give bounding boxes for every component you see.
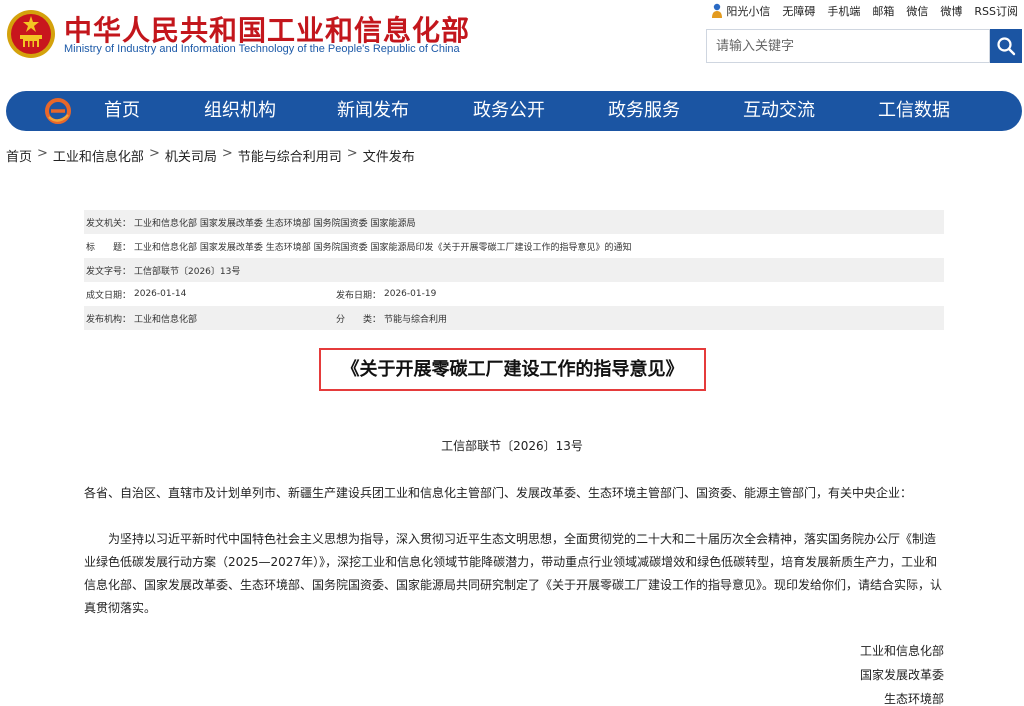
top-link-rss[interactable]: RSS订阅 [974, 3, 1018, 19]
signer: 国家发展改革委 [859, 668, 944, 682]
meta-row-dates: 成文日期： 2026-01-14 发布日期： 2026-01-19 [84, 282, 944, 306]
nav-item-data[interactable]: 工信数据 [878, 91, 950, 131]
meta-value: 工信部联节〔2026〕13号 [134, 266, 241, 277]
top-link-label: 阳光小信 [726, 5, 771, 18]
document-title: 《关于开展零碳工厂建设工作的指导意见》 [341, 359, 684, 380]
person-icon [712, 3, 723, 18]
breadcrumb-documents[interactable]: 文件发布 [363, 146, 415, 165]
nav-item-home[interactable]: 首页 [104, 91, 140, 131]
search-box [706, 29, 990, 63]
breadcrumb-departments[interactable]: 机关司局 [165, 146, 217, 165]
meta-label: 标 题： [86, 242, 132, 253]
search-input[interactable] [707, 30, 989, 62]
breadcrumb-ministry[interactable]: 工业和信息化部 [53, 146, 144, 165]
signer: 工业和信息化部 [859, 644, 944, 658]
breadcrumb-separator: > [346, 146, 358, 161]
search-button[interactable] [990, 29, 1022, 63]
breadcrumb-separator: > [148, 146, 160, 161]
top-links: 阳光小信 无障碍 手机端 邮箱 微信 微博 RSS订阅 [711, 2, 1018, 20]
meta-row-doc-number: 发文字号： 工信部联节〔2026〕13号 [84, 258, 944, 282]
breadcrumb-home[interactable]: 首页 [6, 146, 32, 165]
top-link-accessibility[interactable]: 无障碍 [782, 3, 815, 19]
search-icon [997, 37, 1016, 56]
meta-value: 节能与综合利用 [384, 314, 448, 325]
top-link-weibo[interactable]: 微博 [940, 3, 962, 19]
meta-label: 分 类： [336, 314, 382, 325]
meta-row-issuer: 发文机关： 工业和信息化部 国家发展改革委 生态环境部 国务院国资委 国家能源局 [84, 210, 944, 234]
nav-item-gov-services[interactable]: 政务服务 [608, 91, 680, 131]
site-header: 中华人民共和国工业和信息化部 Ministry of Industry and … [0, 0, 1024, 90]
meta-label: 成文日期： [86, 290, 132, 301]
meta-label: 发布日期： [336, 290, 382, 301]
meta-value: 2026-01-14 [134, 289, 187, 299]
document-paragraph: 为坚持以习近平新时代中国特色社会主义思想为指导，深入贯彻习近平生态文明思想，全面… [84, 532, 943, 615]
document-title-highlight: 《关于开展零碳工厂建设工作的指导意见》 [319, 348, 706, 391]
top-link-email[interactable]: 邮箱 [872, 3, 894, 19]
document-signers: 工业和信息化部 国家发展改革委 生态环境部 [860, 639, 944, 706]
main-nav: 首页 组织机构 新闻发布 政务公开 政务服务 互动交流 工信数据 [6, 91, 1022, 131]
breadcrumb-separator: > [221, 146, 233, 161]
national-emblem-icon[interactable] [6, 8, 56, 60]
nav-item-gov-affairs[interactable]: 政务公开 [473, 91, 545, 131]
meta-row-title: 标 题： 工业和信息化部 国家发展改革委 生态环境部 国务院国资委 国家能源局印… [84, 234, 944, 258]
document-addressee: 各省、自治区、直辖市及计划单列市、新疆生产建设兵团工业和信息化主管部门、发展改革… [84, 486, 913, 500]
site-subtitle-en: Ministry of Industry and Information Tec… [64, 43, 460, 55]
nav-item-news[interactable]: 新闻发布 [337, 91, 409, 131]
nav-item-organization[interactable]: 组织机构 [204, 91, 276, 131]
meta-label: 发文字号： [86, 266, 132, 277]
document-meta-table: 发文机关： 工业和信息化部 国家发展改革委 生态环境部 国务院国资委 国家能源局… [84, 210, 944, 330]
meta-row-org: 发布机构： 工业和信息化部 分 类： 节能与综合利用 [84, 306, 944, 330]
breadcrumb: 首页 > 工业和信息化部 > 机关司局 > 节能与综合利用司 > 文件发布 [6, 146, 415, 165]
meta-label: 发布机构： [86, 314, 132, 325]
meta-value: 工业和信息化部 国家发展改革委 生态环境部 国务院国资委 国家能源局 [134, 218, 416, 229]
top-link-sunshine[interactable]: 阳光小信 [711, 3, 770, 19]
document-number: 工信部联节〔2026〕13号 [441, 439, 583, 453]
meta-label: 发文机关： [86, 218, 132, 229]
meta-value: 工业和信息化部 国家发展改革委 生态环境部 国务院国资委 国家能源局印发《关于开… [134, 242, 632, 253]
breadcrumb-separator: > [37, 146, 48, 161]
meta-value: 2026-01-19 [384, 289, 437, 299]
ministry-logo-icon [45, 98, 71, 124]
signer: 生态环境部 [883, 692, 944, 706]
top-link-wechat[interactable]: 微信 [906, 3, 928, 19]
nav-item-interaction[interactable]: 互动交流 [743, 91, 815, 131]
meta-value: 工业和信息化部 [134, 314, 198, 325]
breadcrumb-energy-dept[interactable]: 节能与综合利用司 [238, 146, 342, 165]
top-link-mobile[interactable]: 手机端 [827, 3, 860, 19]
